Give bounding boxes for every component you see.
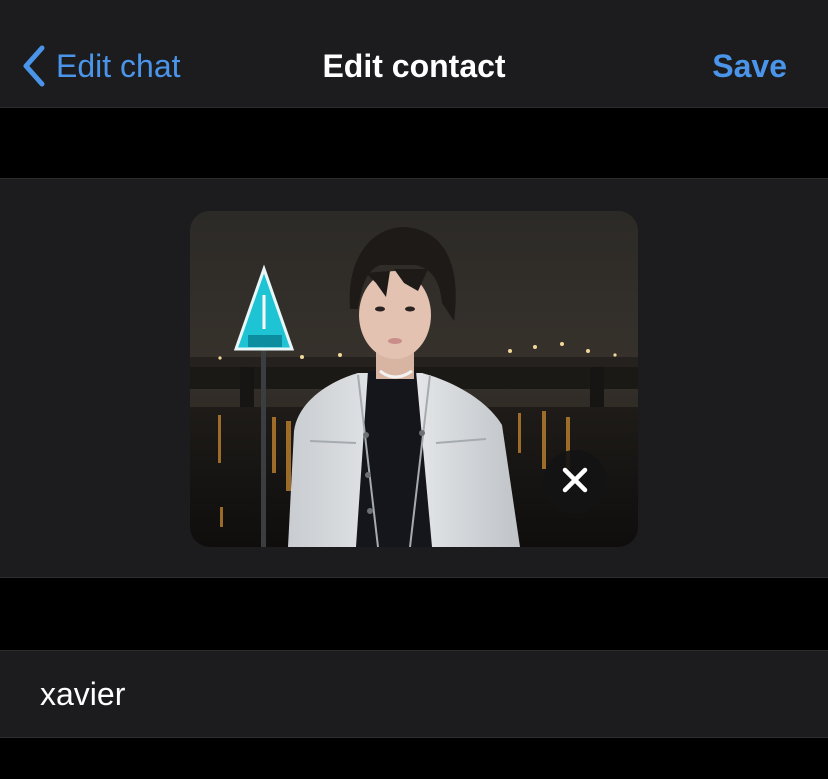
remove-photo-button[interactable] [543, 450, 607, 514]
navigation-bar: Edit chat Edit contact Save [0, 0, 828, 108]
close-icon [562, 467, 588, 498]
edit-contact-screen: Edit chat Edit contact Save xavier [0, 0, 828, 779]
contact-name-row: xavier [0, 650, 828, 738]
page-title: Edit contact [322, 48, 506, 84]
save-button[interactable]: Save [712, 38, 787, 94]
contact-name-field[interactable]: xavier [40, 651, 788, 737]
contact-photo-section [0, 178, 828, 578]
